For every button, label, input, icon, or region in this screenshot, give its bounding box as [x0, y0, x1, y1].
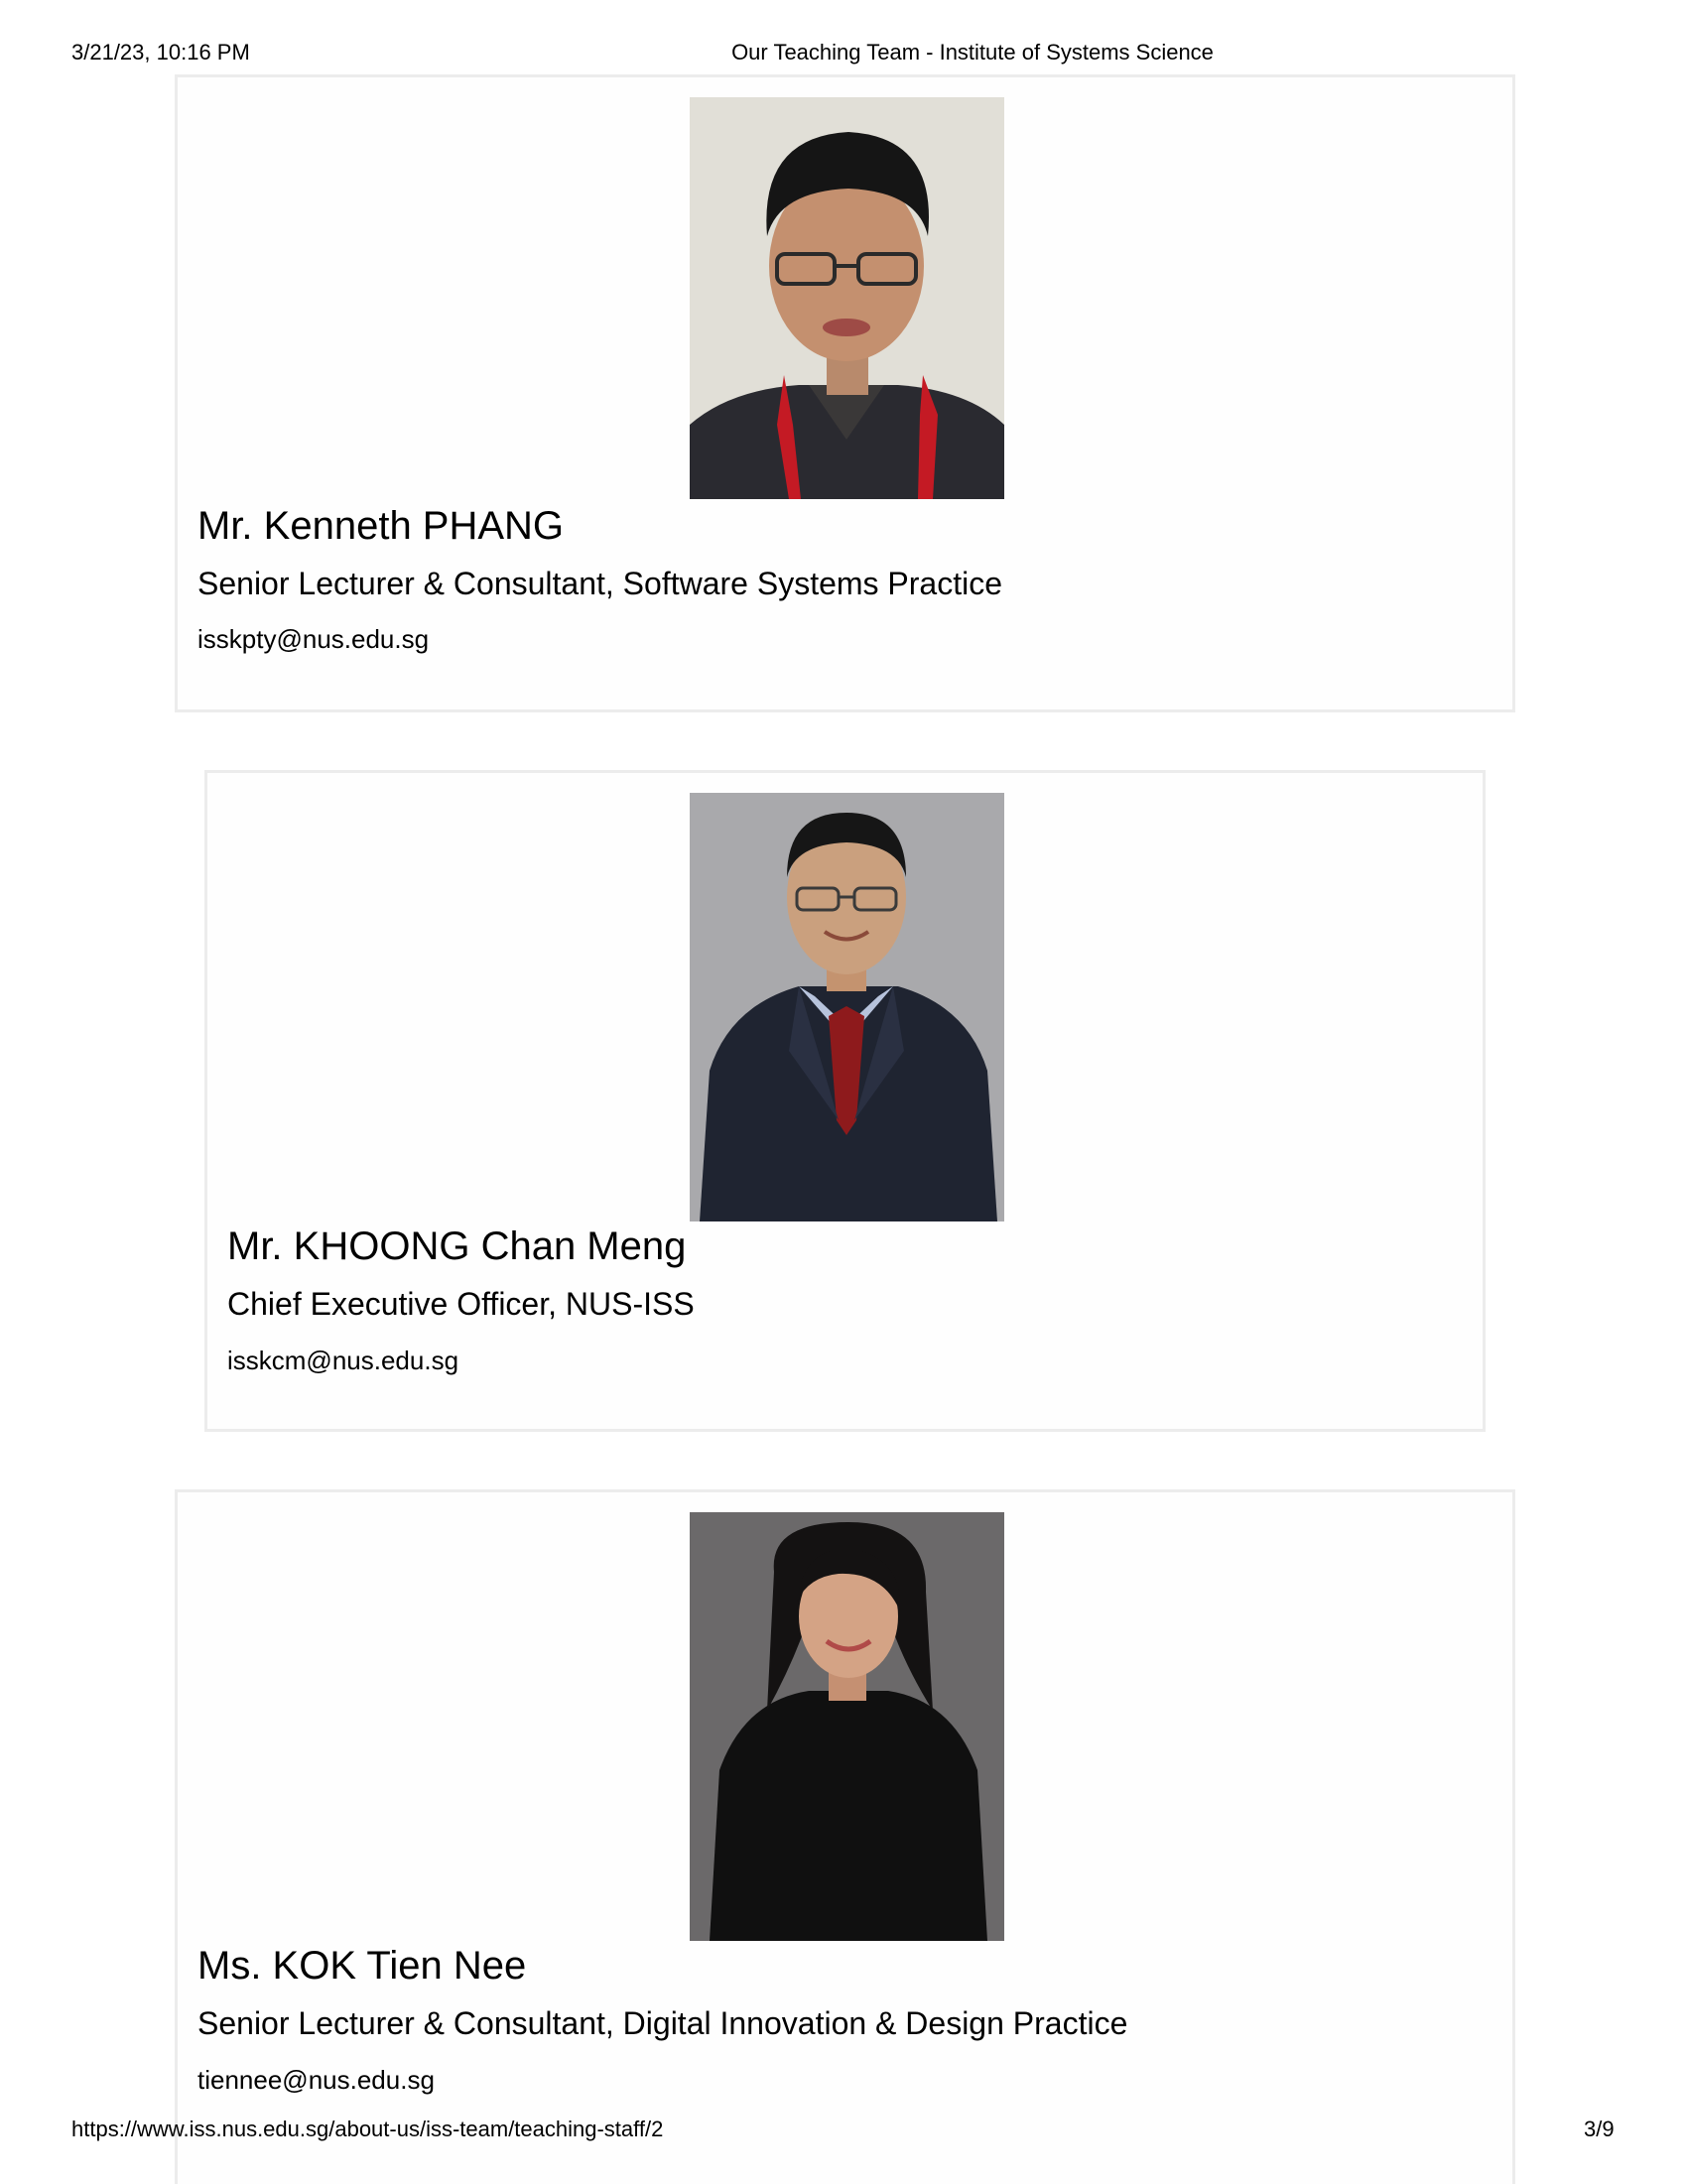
staff-card: Ms. KOK Tien Nee Senior Lecturer & Consu… [175, 1489, 1515, 2184]
staff-email[interactable]: tiennee@nus.edu.sg [197, 2065, 435, 2095]
staff-photo [690, 97, 1004, 499]
staff-card: Mr. KHOONG Chan Meng Chief Executive Off… [204, 770, 1486, 1432]
page-number: 3/9 [1584, 2117, 1615, 2141]
staff-photo [690, 1512, 1004, 1941]
staff-name: Mr. Kenneth PHANG [197, 504, 565, 548]
staff-name: Ms. KOK Tien Nee [197, 1944, 527, 1988]
staff-photo [690, 793, 1004, 1221]
staff-role: Chief Executive Officer, NUS-ISS [227, 1286, 695, 1322]
staff-email[interactable]: isskcm@nus.edu.sg [227, 1346, 458, 1375]
staff-role: Senior Lecturer & Consultant, Software S… [197, 566, 1003, 601]
page-url: https://www.iss.nus.edu.sg/about-us/iss-… [71, 2117, 664, 2141]
staff-role: Senior Lecturer & Consultant, Digital In… [197, 2005, 1128, 2041]
page-title: Our Teaching Team - Institute of Systems… [731, 40, 1214, 64]
staff-email[interactable]: isskpty@nus.edu.sg [197, 624, 429, 654]
staff-card: Mr. Kenneth PHANG Senior Lecturer & Cons… [175, 74, 1515, 712]
staff-name: Mr. KHOONG Chan Meng [227, 1224, 687, 1268]
